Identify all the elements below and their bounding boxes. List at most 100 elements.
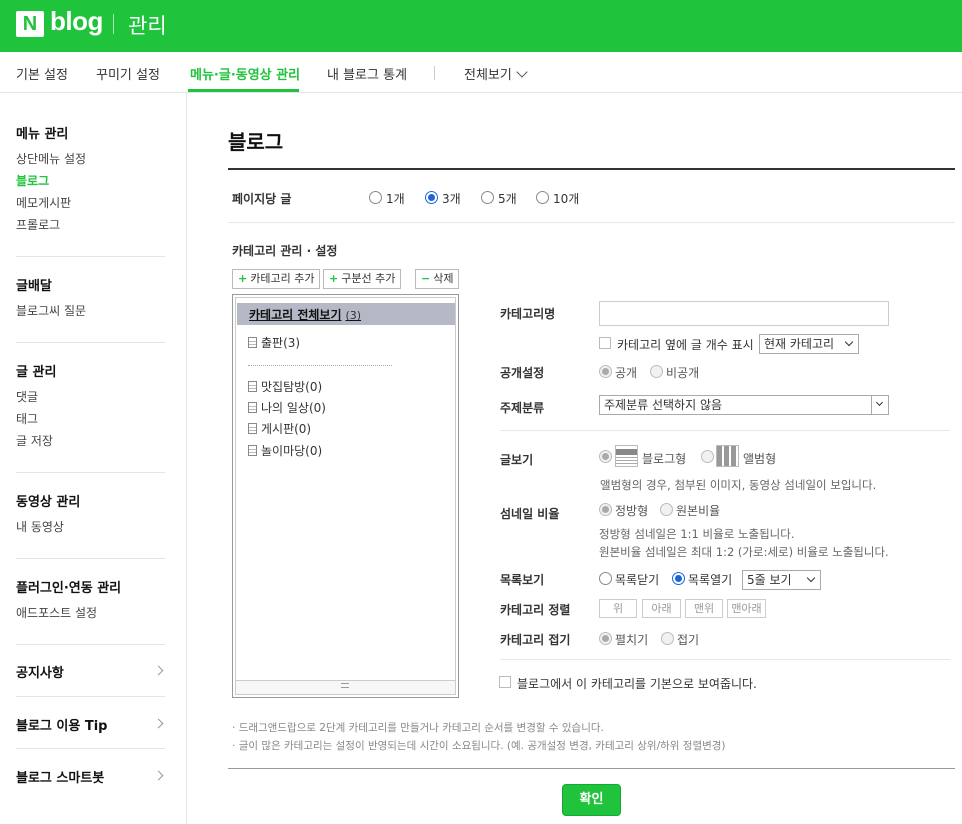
blog-view-radio[interactable] [599,450,612,463]
tab-divider [434,66,435,80]
unfold-label: 펼치기 [615,633,649,647]
blog-logo[interactable]: blog [50,6,103,37]
sidebar: 메뉴 관리 상단메뉴 설정 블로그 메모게시판 프롤로그 글배달 블로그씨 질문… [0,93,187,824]
sidebar-divider [16,748,165,749]
tab-blog-stats[interactable]: 내 블로그 통계 [327,64,407,83]
sort-down-button[interactable]: 아래 [642,599,681,618]
sidebar-item-comments[interactable]: 댓글 [16,388,38,405]
document-icon [248,381,257,392]
fold-radio[interactable] [661,632,674,645]
tab-basic-settings[interactable]: 기본 설정 [16,64,68,83]
sidebar-item-top-menu[interactable]: 상단메뉴 설정 [16,150,86,167]
per-page-radio-1[interactable] [369,191,382,204]
tab-decoration-settings[interactable]: 꾸미기 설정 [96,64,160,83]
document-icon [248,423,257,434]
tree-root-selected[interactable]: 카테고리 전체보기 (3) [237,303,455,325]
square-radio[interactable] [599,503,612,516]
chevron-right-icon [153,718,164,729]
delete-button[interactable]: − 삭제 [415,269,460,289]
album-view-radio[interactable] [701,450,714,463]
add-divider-button[interactable]: + 구분선 추가 [323,269,402,289]
confirm-button[interactable]: 확인 [562,784,621,816]
sort-up-button[interactable]: 위 [599,599,637,618]
tree-resize-handle[interactable] [236,680,455,694]
naver-logo-icon[interactable]: N [16,11,44,37]
sidebar-item-adpost[interactable]: 애드포스트 설정 [16,604,97,621]
sidebar-item-blog[interactable]: 블로그 [16,172,49,189]
category-name-input[interactable] [599,301,889,326]
category-sort-label: 카테고리 정렬 [500,603,571,617]
sidebar-head-video: 동영상 관리 [16,495,81,510]
plus-icon: + [329,272,339,285]
private-radio[interactable] [650,365,663,378]
sidebar-item-my-videos[interactable]: 내 동영상 [16,518,64,535]
sort-top-button[interactable]: 맨위 [685,599,723,618]
thumb-note-square: 정방형 섬네일은 1:1 비율로 노출됩니다. [599,527,795,541]
topic-label: 주제분류 [500,401,545,415]
per-page-radio-5[interactable] [481,191,494,204]
form-divider [500,659,950,660]
document-icon [248,402,257,413]
sidebar-item-saved-posts[interactable]: 글 저장 [16,432,53,449]
show-count-select[interactable]: 현재 카테고리 [759,334,859,354]
sidebar-item-memo-board[interactable]: 메모게시판 [16,194,71,211]
thumb-note-original: 원본비율 섬네일은 최대 1:2 (가로:세로) 비율로 노출됩니다. [599,545,889,559]
tree-item-board[interactable]: 게시판(0) [248,420,311,437]
per-page-option-label: 3개 [442,192,461,206]
list-lines-select[interactable]: 5줄 보기 [742,570,821,590]
list-view-label: 목록보기 [500,573,545,587]
unfold-radio[interactable] [599,632,612,645]
thumb-ratio-label: 섬네일 비율 [500,507,560,521]
tab-menu-post-video[interactable]: 메뉴·글·동영상 관리 [190,64,300,83]
sidebar-item-prologue[interactable]: 프롤로그 [16,216,60,233]
show-count-label: 카테고리 옆에 글 개수 표시 [617,338,754,352]
private-option-label: 비공개 [666,366,700,380]
tree-divider[interactable] [248,365,392,366]
bottom-divider [228,768,955,769]
sidebar-link-smartbot[interactable]: 블로그 스마트봇 [16,767,104,786]
list-close-radio[interactable] [599,572,612,585]
admin-title: 관리 [128,14,167,38]
default-category-checkbox[interactable] [499,676,511,688]
per-page-radio-3[interactable] [425,191,438,204]
sort-bottom-button[interactable]: 맨아래 [727,599,766,618]
category-tree[interactable]: 카테고리 전체보기 (3) 출판(3) 맛집탐방(0) 나의 일상(0) 게시판(… [232,294,459,698]
tree-item-playground[interactable]: 놀이마당(0) [248,442,322,459]
footnote-delay-text: 글이 많은 카테고리는 설정이 반영되는데 시간이 소요됩니다. (예. 공개설… [238,740,726,752]
show-count-checkbox[interactable] [599,337,611,349]
list-open-radio[interactable] [672,572,685,585]
tab-bar: 기본 설정 꾸미기 설정 메뉴·글·동영상 관리 내 블로그 통계 전체보기 [0,52,962,93]
show-count-select-value: 현재 카테고리 [764,337,835,351]
public-radio[interactable] [599,365,612,378]
sidebar-item-blogc-question[interactable]: 블로그씨 질문 [16,302,86,319]
chevron-right-icon [153,665,164,676]
per-page-radio-10[interactable] [536,191,549,204]
tree-item-daily[interactable]: 나의 일상(0) [248,399,326,416]
minus-icon: − [421,272,431,285]
category-fold-label: 카테고리 접기 [500,633,571,647]
footnote-drag-text: 드래그앤드랍으로 2단계 카테고리를 만들거나 카테고리 순서를 변경할 수 있… [238,722,604,734]
original-radio[interactable] [660,503,673,516]
square-option-label: 정방형 [615,504,649,518]
tree-root-count: (3) [345,309,362,322]
tree-item-label: 맛집탐방(0) [261,380,323,394]
sidebar-head-plugin: 플러그인·연동 관리 [16,581,122,596]
sidebar-link-tips[interactable]: 블로그 이용 Tip [16,715,107,734]
tree-item-label: 놀이마당(0) [261,444,323,458]
per-page-option-label: 1개 [386,192,405,206]
sidebar-link-notice[interactable]: 공지사항 [16,662,64,681]
chevron-right-icon [153,770,164,781]
list-close-label: 목록닫기 [615,573,660,587]
category-name-label: 카테고리명 [500,307,556,321]
tree-item-food[interactable]: 맛집탐방(0) [248,378,322,395]
list-lines-value: 5줄 보기 [747,573,792,587]
original-option-label: 원본비율 [676,504,721,518]
tree-item-label: 게시판(0) [261,422,312,436]
sidebar-item-tags[interactable]: 태그 [16,410,38,427]
tree-item-publish[interactable]: 출판(3) [248,334,300,351]
topic-select[interactable]: 주제분류 선택하지 않음 [599,395,889,415]
sidebar-head-delivery: 글배달 [16,279,52,294]
sidebar-divider [16,342,165,343]
tab-view-all[interactable]: 전체보기 [464,64,528,83]
add-category-button[interactable]: + 카테고리 추가 [232,269,321,289]
